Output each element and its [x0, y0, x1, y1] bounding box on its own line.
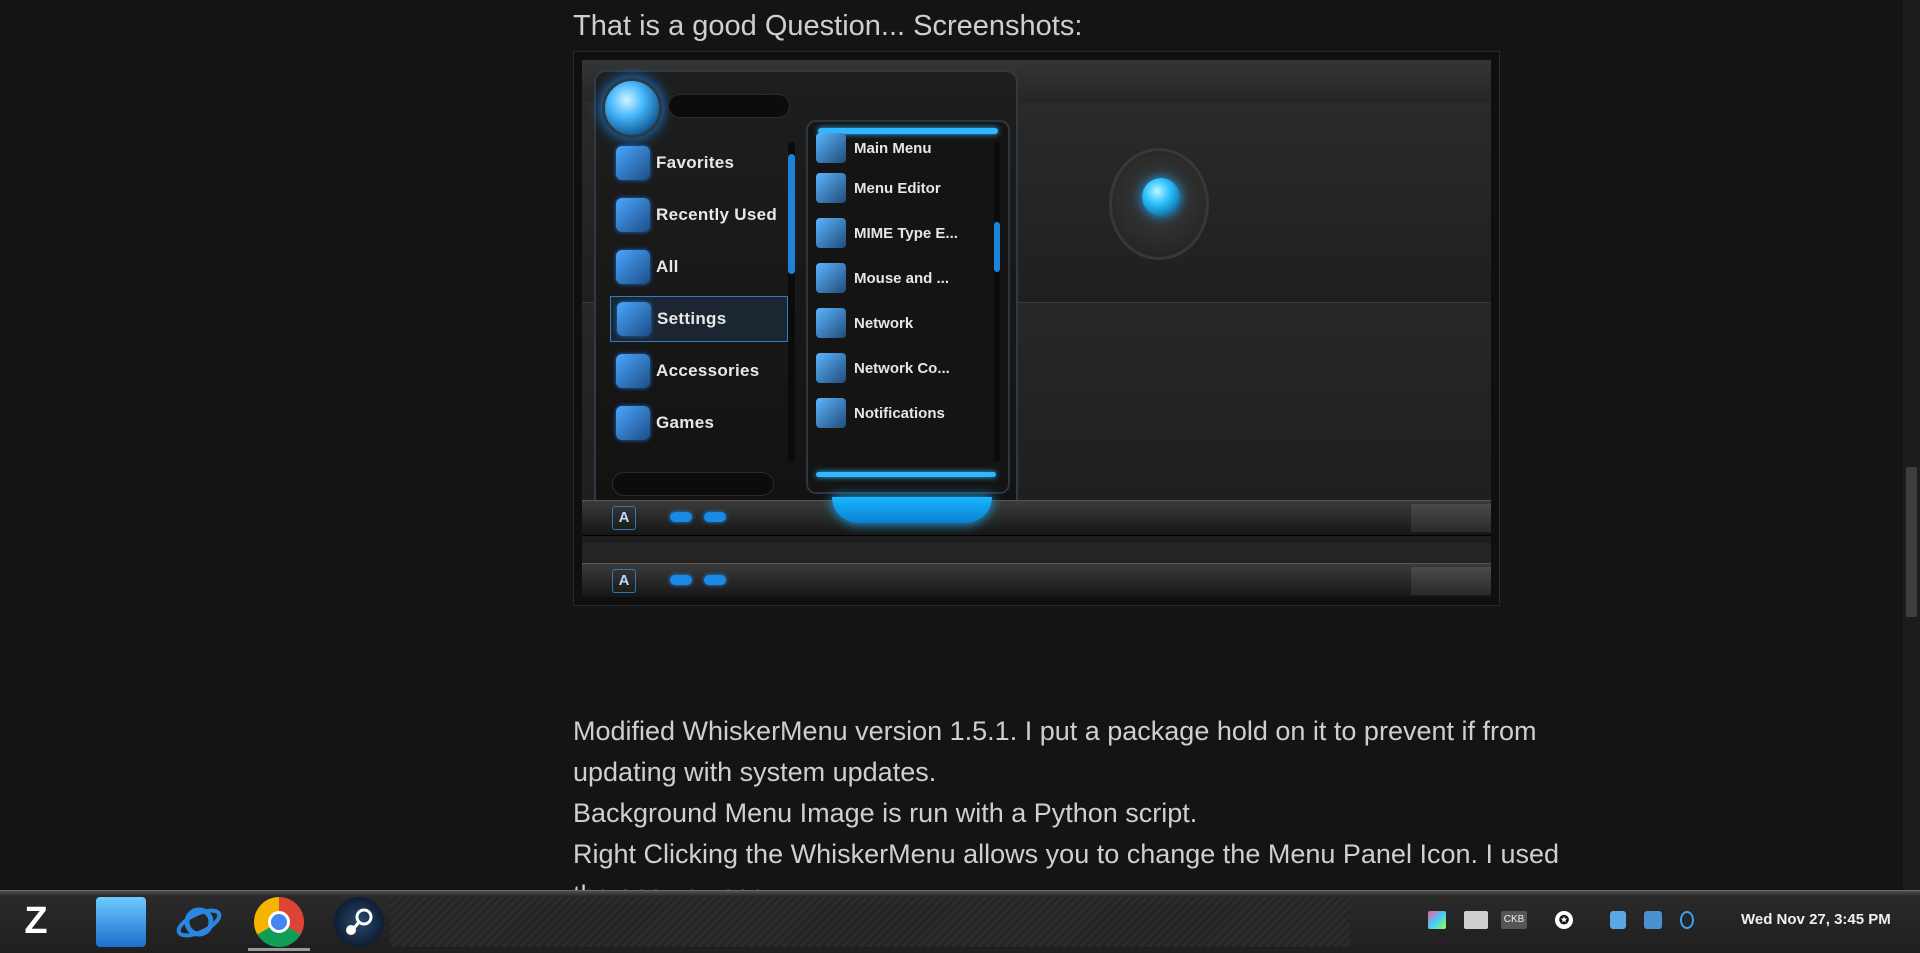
category-label: Settings: [657, 309, 727, 328]
app-item: Notifications: [816, 393, 986, 433]
panel-pill: [670, 512, 692, 522]
logo-orb: [1142, 178, 1180, 216]
keyboard-layout-icon[interactable]: [1464, 911, 1488, 929]
panel-tray: [1411, 567, 1491, 595]
app-item: Network Co...: [816, 348, 986, 388]
accessories-icon: [616, 354, 650, 388]
favorites-icon: [616, 146, 650, 180]
category-label: Accessories: [656, 361, 760, 380]
category-list: Favorites Recently Used All Settings Acc…: [610, 140, 796, 470]
app-label: Menu Editor: [854, 179, 941, 197]
start-menu-button[interactable]: Z: [6, 899, 66, 943]
all-icon: [616, 250, 650, 284]
category-label: Recently Used: [656, 205, 778, 224]
category-accessories: Accessories: [610, 348, 788, 394]
app-label: Notifications: [854, 404, 945, 422]
category-favorites: Favorites: [610, 140, 788, 186]
app-item: Network: [816, 303, 986, 343]
recent-icon: [616, 198, 650, 232]
preview-panel: A: [582, 563, 1491, 597]
post-paragraph: Modified WhiskerMenu version 1.5.1. I pu…: [573, 716, 1537, 746]
menu-orb-icon: [602, 78, 662, 138]
app-item: Main Menu: [816, 128, 986, 168]
settings-icon: [617, 302, 651, 336]
category-label: All: [656, 257, 679, 276]
ckb-indicator[interactable]: CKB: [1501, 911, 1527, 929]
category-settings: Settings: [610, 296, 788, 342]
scroll-thumb: [994, 222, 1000, 272]
panel-glow: [832, 497, 992, 523]
app-icon: [816, 398, 846, 428]
network-icon[interactable]: [1610, 911, 1626, 929]
app-label: Network: [854, 314, 914, 332]
active-indicator: [248, 948, 310, 951]
app-icon: [816, 133, 846, 163]
app-icon: [816, 353, 846, 383]
whisker-menu: Favorites Recently Used All Settings Acc…: [594, 70, 1018, 509]
games-icon: [616, 406, 650, 440]
post-paragraph: updating with system updates.: [573, 757, 937, 787]
preview-panel: A: [582, 497, 1491, 536]
app-label: Main Menu: [854, 139, 932, 157]
app-icon: [816, 173, 846, 203]
app-icon: [816, 308, 846, 338]
bluetooth-icon[interactable]: [1644, 911, 1662, 929]
category-label: Games: [656, 413, 715, 432]
category-recently-used: Recently Used: [610, 192, 788, 238]
taskbar-texture: [390, 897, 1350, 947]
files-icon[interactable]: [96, 897, 146, 947]
app-label: MIME Type E...: [854, 224, 958, 242]
menu-search-field: [612, 472, 774, 496]
volume-icon[interactable]: [1680, 911, 1694, 929]
taskbar: Z CKB ✪ Wed Nov 27, 3:45 PM: [0, 890, 1920, 953]
category-all: All: [610, 244, 788, 290]
app-item: Menu Editor: [816, 168, 986, 208]
page-scrollbar[interactable]: [1903, 0, 1920, 890]
app-item: Mouse and ...: [816, 258, 986, 298]
app-list: Main Menu Menu Editor MIME Type E... Mou…: [806, 120, 1010, 494]
post-paragraph: Right Clicking the WhiskerMenu allows yo…: [573, 839, 1560, 869]
scroll-thumb: [788, 154, 795, 274]
category-label: Favorites: [656, 153, 735, 172]
accessibility-icon[interactable]: ✪: [1555, 911, 1573, 929]
glow-bar: [816, 472, 996, 477]
steam-icon[interactable]: [334, 897, 384, 947]
chrome-icon[interactable]: [254, 897, 304, 947]
category-scrollbar: [788, 142, 795, 462]
app-label: Network Co...: [854, 359, 950, 377]
app-item: MIME Type E...: [816, 213, 986, 253]
panel-pill: [704, 512, 726, 522]
browser-icon[interactable]: [174, 897, 224, 947]
app-label: Mouse and ...: [854, 269, 950, 287]
app-scrollbar: [994, 142, 1000, 462]
post-paragraph: the one you see.: [573, 875, 1673, 890]
panel-pill: [704, 575, 726, 585]
post-heading: That is a good Question... Screenshots:: [573, 10, 1083, 42]
post-paragraph: Background Menu Image is run with a Pyth…: [573, 798, 1198, 828]
panel-pill: [670, 575, 692, 585]
color-picker-icon[interactable]: [1428, 911, 1446, 929]
panel-tray: [1411, 504, 1491, 532]
alienware-logo-icon: [1109, 148, 1209, 260]
category-games: Games: [610, 400, 788, 446]
screenshot-image: Favorites Recently Used All Settings Acc…: [573, 51, 1500, 606]
scrollbar-thumb[interactable]: [1906, 467, 1917, 617]
panel-letter: A: [612, 506, 636, 530]
panel-letter: A: [612, 569, 636, 593]
app-icon: [816, 218, 846, 248]
desktop-preview: Favorites Recently Used All Settings Acc…: [582, 60, 1491, 597]
menu-top-field: [668, 94, 790, 118]
clock[interactable]: Wed Nov 27, 3:45 PM: [1741, 911, 1891, 928]
app-icon: [816, 263, 846, 293]
